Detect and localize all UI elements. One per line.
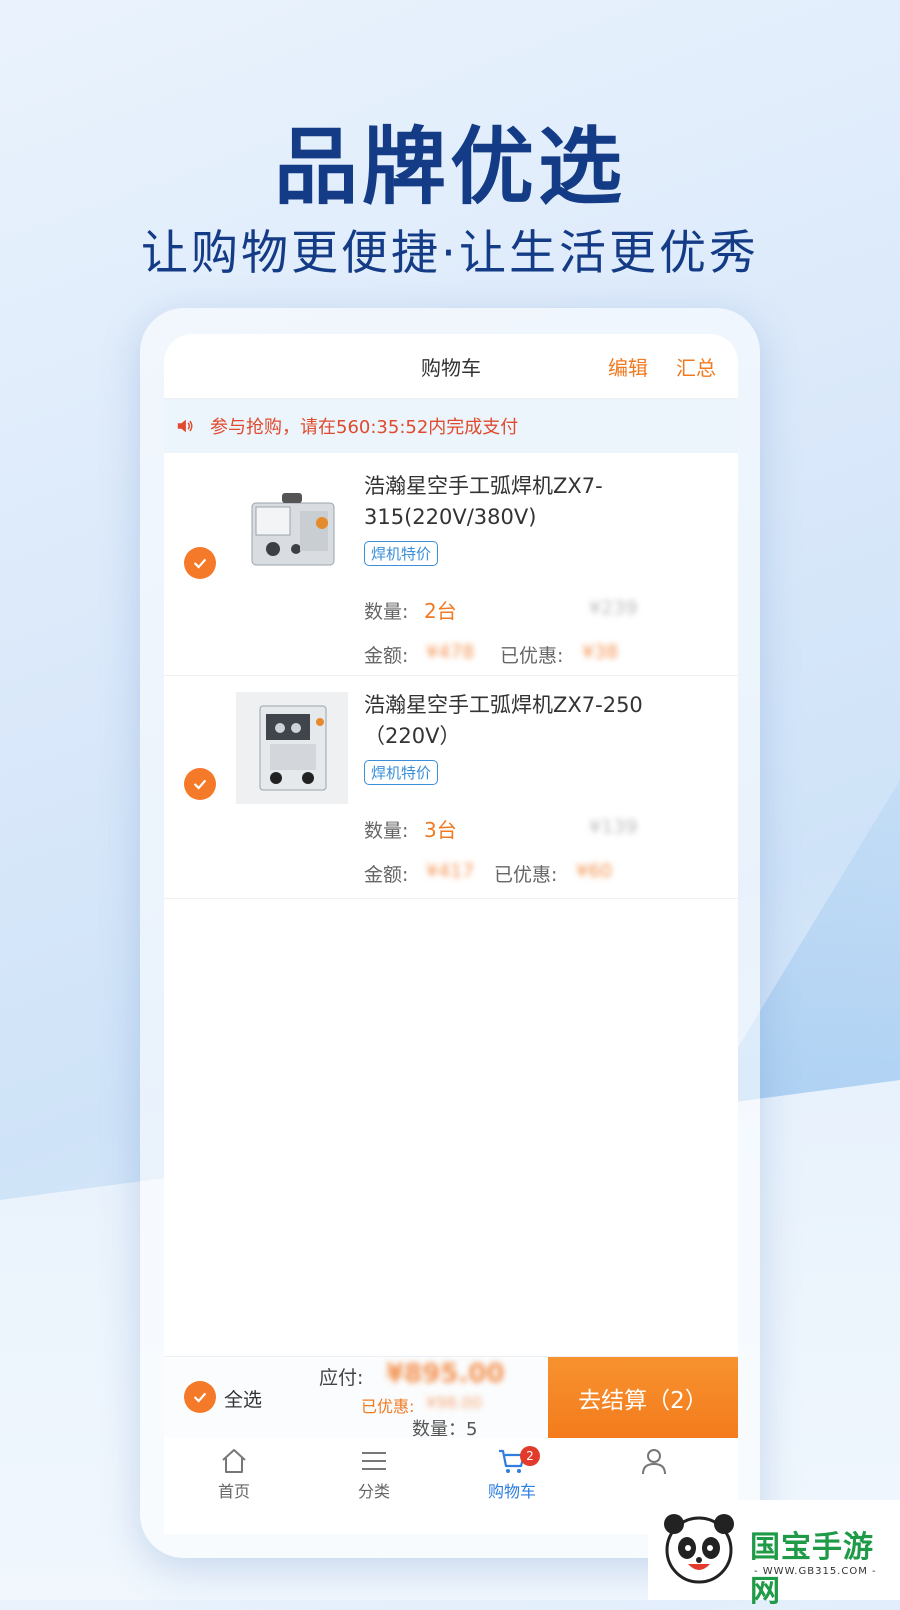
item-checkbox[interactable] xyxy=(184,768,216,800)
watermark-logo: 国宝手游网 - WWW.GB315.COM - xyxy=(648,1500,900,1609)
unit-price: ¥139 xyxy=(589,816,638,838)
summary-button[interactable]: 汇总 xyxy=(676,352,716,381)
quantity-label: 数量: xyxy=(364,820,409,842)
unit-price: ¥239 xyxy=(589,597,638,619)
tab-category[interactable]: 分类 xyxy=(334,1446,414,1502)
tab-home[interactable]: 首页 xyxy=(194,1446,274,1502)
bottom-tabbar: 首页 分类 2 购物车 xyxy=(164,1438,738,1508)
select-all-checkbox[interactable] xyxy=(184,1381,216,1413)
select-all-label[interactable]: 全选 xyxy=(224,1385,262,1412)
total-discount-value: ¥98.00 xyxy=(426,1393,482,1412)
check-icon xyxy=(193,779,207,790)
payable-label: 应付: xyxy=(319,1367,364,1389)
check-icon xyxy=(193,558,207,569)
amount-value: ¥417 xyxy=(426,860,475,882)
welder-image xyxy=(251,493,335,566)
tab-cart[interactable]: 2 购物车 xyxy=(472,1446,552,1502)
page-title: 购物车 xyxy=(421,356,481,380)
watermark-url: - WWW.GB315.COM - xyxy=(754,1566,877,1577)
promo-tag: 焊机特价 xyxy=(364,760,439,785)
cart-item: 浩瀚星空手工弧焊机ZX7-315(220V/380V) 焊机特价 数量: 2台 … xyxy=(164,453,738,676)
amount-label: 金额: xyxy=(364,864,409,886)
total-discount-label: 已优惠: xyxy=(361,1397,415,1416)
discount-label: 已优惠: xyxy=(494,864,558,886)
tab-label: 分类 xyxy=(357,1482,390,1501)
checkout-button[interactable]: 去结算（2） xyxy=(548,1357,738,1439)
quantity-value[interactable]: 2台 xyxy=(424,595,457,624)
user-icon xyxy=(642,1449,666,1475)
flash-sale-notice: 参与抢购，请在560:35:52内完成支付 xyxy=(164,399,738,453)
edit-button[interactable]: 编辑 xyxy=(608,352,648,381)
app-screen: 购物车 编辑 汇总 参与抢购，请在560:35:52内完成支付 浩瀚星空手工弧焊… xyxy=(164,334,738,1534)
payable-value: ¥895.00 xyxy=(386,1359,505,1389)
welder-image xyxy=(259,705,327,791)
amount-label: 金额: xyxy=(364,645,409,667)
discount-value: ¥60 xyxy=(576,860,613,882)
cart-header: 购物车 编辑 汇总 xyxy=(164,334,738,399)
product-image[interactable] xyxy=(236,692,348,804)
cart-item: 浩瀚星空手工弧焊机ZX7-250（220V） 焊机特价 数量: 3台 ¥139 … xyxy=(164,676,738,899)
tab-profile[interactable] xyxy=(614,1446,694,1478)
checkout-bar: 全选 应付: ¥895.00 已优惠: ¥98.00 数量：5 去结算（2） xyxy=(164,1356,738,1440)
promo-tag: 焊机特价 xyxy=(364,541,439,566)
product-name[interactable]: 浩瀚星空手工弧焊机ZX7-315(220V/380V) xyxy=(364,471,698,533)
check-icon xyxy=(193,1392,207,1403)
promo-subline: 让购物更便捷·让生活更优秀 xyxy=(141,226,759,281)
panda-logo-icon xyxy=(664,1514,734,1584)
item-checkbox[interactable] xyxy=(184,547,216,579)
notice-text: 参与抢购，请在560:35:52内完成支付 xyxy=(210,417,519,438)
tab-label: 首页 xyxy=(217,1482,250,1501)
promo-headline: 品牌优选 xyxy=(273,118,626,216)
discount-label: 已优惠: xyxy=(500,645,564,667)
quantity-value[interactable]: 3台 xyxy=(424,814,457,843)
amount-value: ¥478 xyxy=(426,641,475,663)
product-image[interactable] xyxy=(236,481,348,593)
quantity-label: 数量: xyxy=(364,601,409,623)
home-icon xyxy=(222,1449,246,1473)
discount-value: ¥38 xyxy=(582,641,619,663)
speaker-icon xyxy=(177,419,193,433)
menu-icon xyxy=(362,1452,386,1470)
cart-count-badge: 2 xyxy=(520,1446,540,1466)
product-name[interactable]: 浩瀚星空手工弧焊机ZX7-250（220V） xyxy=(364,690,698,752)
tab-label: 购物车 xyxy=(487,1482,536,1501)
